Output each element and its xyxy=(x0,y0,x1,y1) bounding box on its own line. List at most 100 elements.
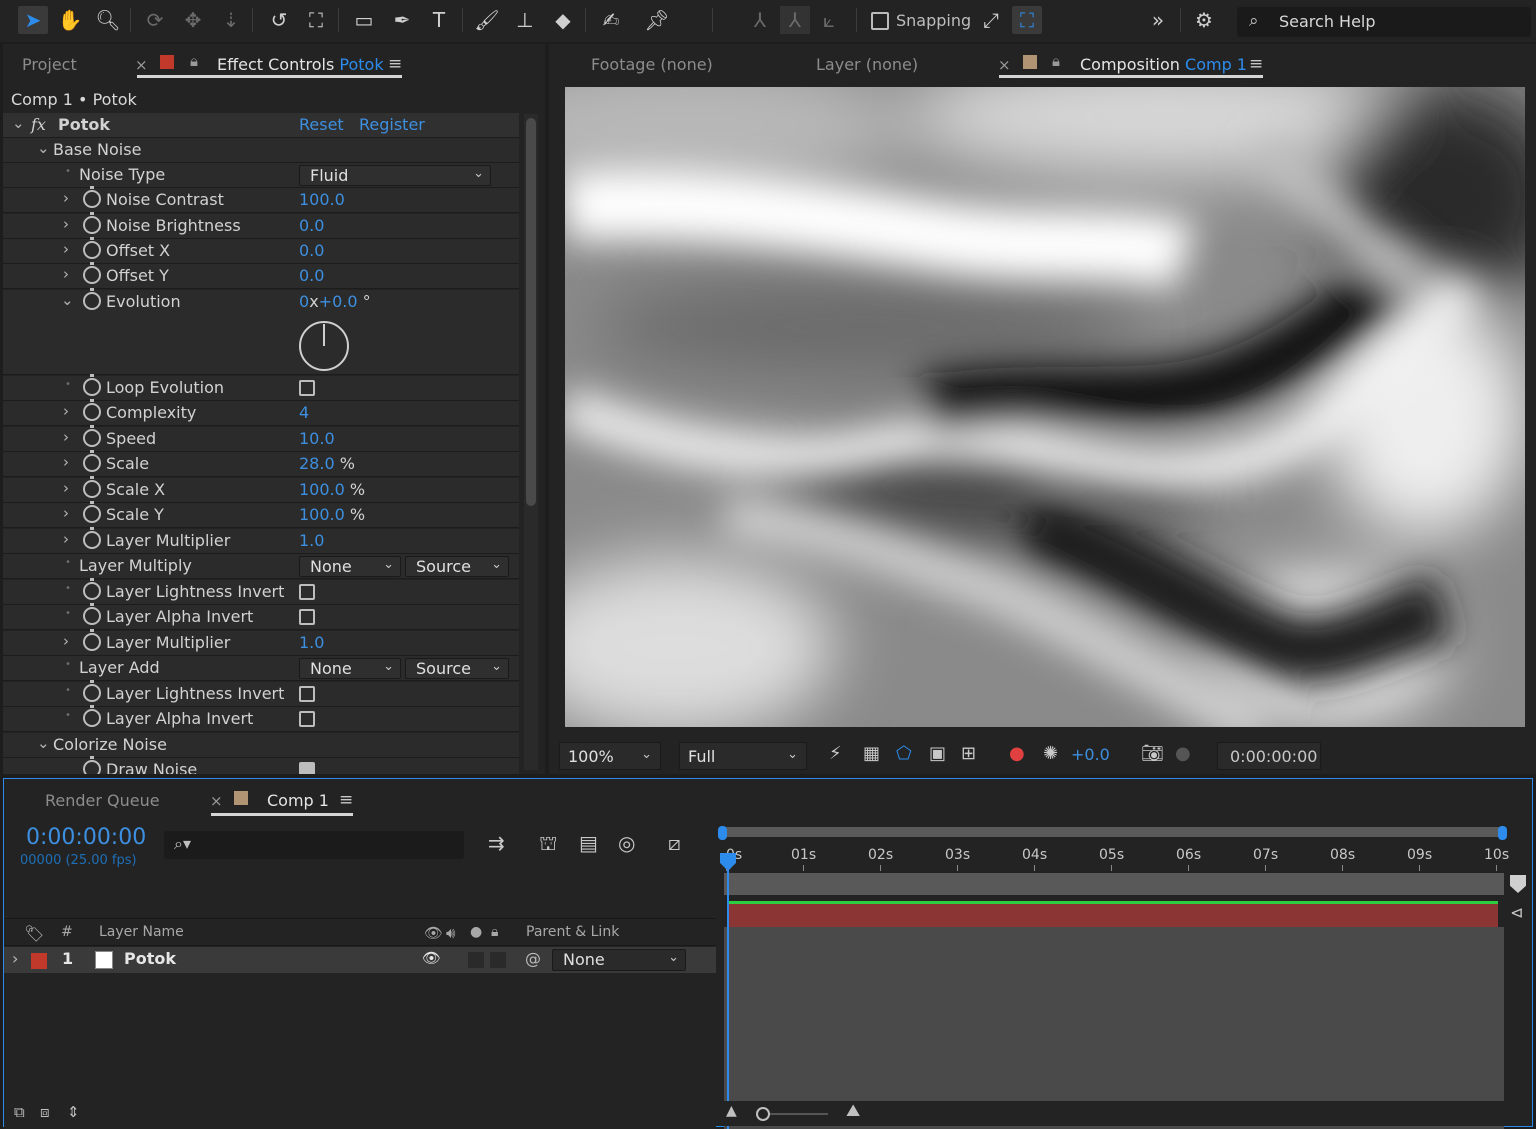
stopwatch-icon[interactable] xyxy=(83,501,101,523)
stopwatch-icon[interactable] xyxy=(83,705,101,727)
chevron-right-icon[interactable]: › xyxy=(63,402,69,420)
stopwatch-icon[interactable] xyxy=(83,680,101,702)
eye-icon[interactable]: 👁︎ xyxy=(424,924,443,942)
mask-visibility-icon[interactable]: ⬠ xyxy=(896,743,912,764)
param-value[interactable]: 0.0 xyxy=(299,216,324,235)
chevron-right-icon[interactable]: › xyxy=(63,453,69,471)
stopwatch-icon[interactable] xyxy=(83,288,101,310)
channel-icon[interactable]: ● xyxy=(1009,743,1025,764)
layer-name[interactable]: Potok xyxy=(124,949,176,968)
tab-comp-1[interactable]: Comp 1 xyxy=(267,791,329,810)
region-of-interest-icon[interactable]: ▣ xyxy=(929,743,946,764)
param-value[interactable]: 100.0 % xyxy=(299,480,365,499)
eye-icon[interactable]: 👁︎ xyxy=(422,949,441,967)
stopwatch-icon[interactable] xyxy=(83,399,101,421)
search-help-field[interactable]: ⌕ Search Help xyxy=(1237,7,1531,37)
view-axis-icon[interactable]: ⟀ xyxy=(814,6,844,34)
dolly-camera-icon[interactable]: ⇣ xyxy=(216,6,246,34)
current-timecode[interactable]: 0:00:00:00 xyxy=(26,825,146,850)
playhead-line[interactable] xyxy=(727,859,729,1129)
lock-toggle[interactable] xyxy=(490,952,506,968)
audio-icon[interactable]: 🔊︎ xyxy=(446,924,455,942)
stopwatch-icon[interactable] xyxy=(83,237,101,259)
solo-toggle[interactable] xyxy=(468,952,484,968)
layer-duration-bar[interactable] xyxy=(728,901,1498,927)
col-header-layer-name[interactable]: Layer Name xyxy=(99,924,184,940)
chevron-right-icon[interactable]: › xyxy=(63,632,69,650)
stopwatch-icon[interactable] xyxy=(83,578,101,600)
lock-icon[interactable]: 🔒︎ xyxy=(491,924,498,940)
pickwhip-icon[interactable]: @ xyxy=(525,949,541,968)
chevron-down-icon[interactable]: ⌄ xyxy=(37,734,50,752)
layer-label-swatch[interactable] xyxy=(31,953,47,969)
tab-composition[interactable]: Composition Comp 1 xyxy=(1080,55,1247,74)
layer-add-source-dropdown[interactable]: Source ⌄ xyxy=(405,658,509,679)
layer-search-input[interactable]: ⌕▾ xyxy=(164,831,464,859)
chevron-right-icon[interactable]: › xyxy=(63,504,69,522)
effect-controls-scrollbar[interactable] xyxy=(524,114,538,770)
param-value[interactable]: 0.0 xyxy=(299,266,324,285)
time-navigator[interactable] xyxy=(724,873,1504,895)
parent-dropdown[interactable]: None ⌄ xyxy=(552,949,686,971)
param-value[interactable]: 28.0 % xyxy=(299,454,355,473)
chevron-right-icon[interactable]: › xyxy=(63,215,69,233)
tab-effect-controls[interactable]: Effect Controls Potok xyxy=(217,55,384,74)
composition-viewer[interactable] xyxy=(565,87,1525,727)
noise-type-dropdown[interactable]: Fluid ⌄ xyxy=(299,165,491,186)
puppet-pin-tool-icon[interactable]: 📌︎ xyxy=(642,6,672,34)
hand-tool-icon[interactable]: ✋ xyxy=(55,6,85,34)
zoom-slider-track[interactable] xyxy=(770,1113,828,1115)
snap-edges-icon[interactable]: ⤢ xyxy=(976,6,1006,34)
work-area-start-handle[interactable] xyxy=(718,826,727,840)
work-area-end-handle[interactable] xyxy=(1498,826,1507,840)
stopwatch-icon[interactable] xyxy=(83,756,101,774)
layer-multiply-layer-dropdown[interactable]: None ⌄ xyxy=(299,556,401,577)
stopwatch-icon[interactable] xyxy=(83,374,101,396)
param-value[interactable]: 100.0 xyxy=(299,190,345,209)
composition-flowchart-icon[interactable]: ⇉ xyxy=(488,831,505,855)
snap-features-icon[interactable]: ⛶ xyxy=(1012,6,1042,34)
group-base-noise[interactable]: ⌄ Base Noise xyxy=(3,138,519,163)
alpha-invert-checkbox[interactable] xyxy=(299,711,315,727)
world-axis-icon[interactable]: ⅄ xyxy=(780,6,810,34)
panel-menu-icon[interactable]: ≡ xyxy=(388,54,402,74)
loop-evolution-checkbox[interactable] xyxy=(299,380,315,396)
chevron-right-icon[interactable]: › xyxy=(63,530,69,548)
selection-tool-icon[interactable]: ➤ xyxy=(18,6,48,34)
panel-menu-icon[interactable]: ≡ xyxy=(339,790,353,810)
chevron-down-icon[interactable]: ⌄ xyxy=(12,114,25,132)
effect-row-potok[interactable]: ⌄ fx Potok Reset Register xyxy=(3,113,519,138)
rectangle-tool-icon[interactable]: ▭ xyxy=(349,6,379,34)
stopwatch-icon[interactable] xyxy=(83,425,101,447)
exposure-value[interactable]: +0.0 xyxy=(1071,745,1110,764)
chevron-right-icon[interactable]: › xyxy=(63,479,69,497)
tab-layer[interactable]: Layer (none) xyxy=(816,55,918,74)
graph-editor-icon[interactable]: ⧄ xyxy=(668,831,681,855)
modes-toggle-icon[interactable]: ⧈ xyxy=(40,1103,50,1121)
orbit-camera-icon[interactable]: ⟳ xyxy=(140,6,170,34)
frame-blending-icon[interactable]: ▤ xyxy=(579,831,598,855)
alpha-invert-checkbox[interactable] xyxy=(299,609,315,625)
pan-camera-icon[interactable]: ✥ xyxy=(178,6,208,34)
label-tag-icon[interactable]: 🏷︎ xyxy=(24,924,44,943)
chevron-down-icon[interactable]: ⌄ xyxy=(37,139,50,157)
local-axis-icon[interactable]: ⅄ xyxy=(745,6,775,34)
tab-footage[interactable]: Footage (none) xyxy=(591,55,713,74)
zoom-slider-handle[interactable] xyxy=(756,1107,770,1121)
param-value[interactable]: 1.0 xyxy=(299,531,324,550)
solo-icon[interactable]: ● xyxy=(470,924,482,940)
current-time-display[interactable]: 0:00:00:00 xyxy=(1217,742,1321,770)
comp-marker-bin-icon[interactable] xyxy=(1510,875,1526,893)
reset-link[interactable]: Reset xyxy=(299,115,344,134)
stopwatch-icon[interactable] xyxy=(83,527,101,549)
roto-brush-tool-icon[interactable]: ✍ xyxy=(596,6,626,34)
work-area-bar[interactable] xyxy=(724,827,1504,837)
zoom-dropdown[interactable]: 100% ⌄ xyxy=(559,742,661,770)
evolution-value[interactable]: 0x+0.0 ° xyxy=(299,292,371,311)
chevron-right-icon[interactable]: › xyxy=(63,265,69,283)
param-value[interactable]: 10.0 xyxy=(299,429,335,448)
close-icon[interactable]: × xyxy=(998,56,1011,74)
param-value[interactable]: 1.0 xyxy=(299,633,324,652)
draw-noise-checkbox[interactable] xyxy=(299,762,315,774)
param-value[interactable]: 4 xyxy=(299,403,309,422)
